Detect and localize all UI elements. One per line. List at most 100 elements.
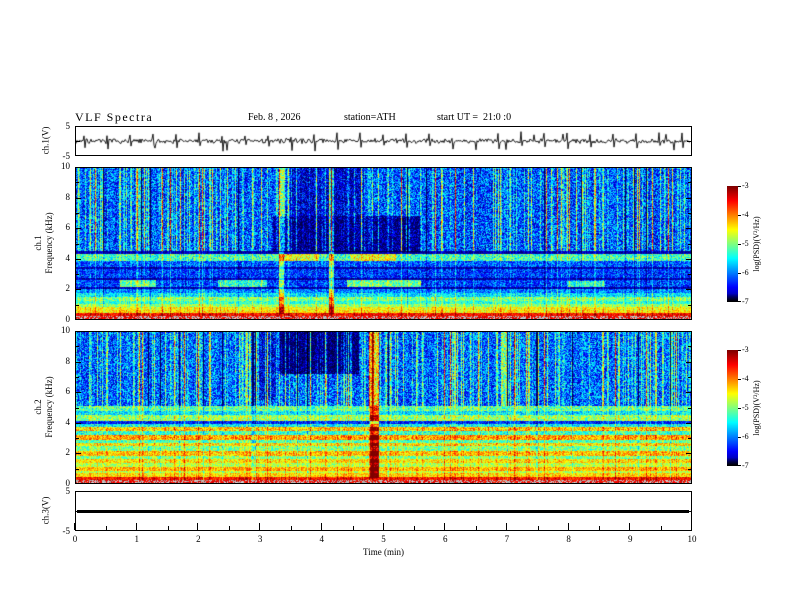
ch3-flat-line (77, 510, 689, 513)
x-minor-tick-mark (599, 526, 600, 530)
y-tick-mark (687, 141, 691, 142)
x-minor-tick-mark (414, 526, 415, 530)
y-minor-tick-mark (76, 182, 79, 183)
y-tick-label: 6 (65, 222, 71, 233)
y-minor-tick-mark (76, 346, 79, 347)
x-tick-mark (691, 523, 692, 530)
y-tick-mark (686, 423, 691, 424)
colorbar-tick-label: -4 (742, 374, 749, 383)
y-minor-tick-mark (688, 305, 691, 306)
colorbar-tick-label: -5 (742, 239, 749, 248)
colorbar-tick-mark (738, 301, 741, 302)
ch1-axis-label-line2: Frequency (kHz) (44, 212, 54, 274)
y-tick-mark (687, 511, 691, 512)
x-tick-mark (506, 523, 507, 530)
y-tick-label: 2 (65, 283, 71, 294)
colorbar-tick-mark (738, 215, 741, 216)
vlf-spectra-figure: VLF Spectra Feb. 8 , 2026 station=ATH st… (0, 0, 792, 612)
station-label: station=ATH (344, 112, 396, 123)
y-minor-tick-mark (688, 408, 691, 409)
x-tick-mark (321, 523, 322, 530)
x-minor-tick-mark (168, 526, 169, 530)
colorbar-tick-mark (738, 244, 741, 245)
colorbar-tick-label: -3 (742, 181, 749, 190)
x-tick-label: 2 (196, 534, 201, 544)
y-tick-mark (686, 259, 691, 260)
y-tick-mark (76, 392, 81, 393)
y-minor-tick-mark (76, 244, 79, 245)
x-tick-label: 4 (319, 534, 325, 544)
x-tick-mark (136, 523, 137, 530)
x-tick-label: 5 (381, 534, 386, 544)
y-tick-label: 6 (65, 386, 71, 397)
x-tick-mark (259, 523, 260, 530)
ch1-waveform-plot (76, 127, 691, 155)
x-tick-mark (444, 523, 445, 530)
y-tick-mark (76, 228, 81, 229)
y-minor-tick-mark (76, 274, 79, 275)
colorbar-tick-mark (738, 465, 741, 466)
y-tick-mark (76, 259, 81, 260)
y-tick-mark (76, 362, 81, 363)
date-label: Feb. 8 , 2026 (248, 112, 301, 123)
y-tick-label: 8 (65, 191, 71, 202)
y-tick-mark (76, 198, 81, 199)
x-minor-tick-mark (476, 526, 477, 530)
x-tick-label: 3 (257, 534, 263, 544)
y-minor-tick-mark (76, 469, 79, 470)
ch1-voltage-panel (75, 126, 692, 156)
x-tick-mark (74, 523, 75, 530)
y-tick-label: 4 (65, 416, 71, 427)
x-minor-tick-mark (353, 526, 354, 530)
x-minor-tick-mark (229, 526, 230, 530)
x-tick-mark (197, 523, 198, 530)
y-tick-mark (686, 392, 691, 393)
ch2-axis-label-line1: ch.2 (33, 399, 43, 415)
y-minor-tick-mark (688, 469, 691, 470)
y-tick-mark (76, 423, 81, 424)
y-tick-mark (686, 453, 691, 454)
colorbar-tick-label: -6 (742, 432, 749, 441)
ch2-axis-label-line2: Frequency (kHz) (44, 376, 54, 438)
x-tick-mark (383, 523, 384, 530)
ch1-spectrogram-panel (75, 167, 692, 320)
y-tick-label: -5 (62, 151, 71, 161)
y-tick-mark (76, 511, 80, 512)
x-tick-label: 0 (72, 534, 78, 544)
y-tick-mark (76, 141, 80, 142)
y-tick-mark (686, 362, 691, 363)
colorbar-tick-mark (738, 350, 741, 351)
y-minor-tick-mark (688, 244, 691, 245)
x-minor-tick-mark (106, 526, 107, 530)
y-tick-label: 8 (65, 355, 71, 366)
ch1-axis-label-line1: ch.1 (33, 235, 43, 251)
x-tick-label: 8 (566, 534, 571, 544)
colorbar-tick-label: -5 (742, 403, 749, 412)
y-tick-label: 10 (61, 325, 70, 335)
start-ut-label: start UT = 21:0 :0 (437, 112, 512, 123)
colorbar-tick-mark (738, 379, 741, 380)
colorbar-tick-mark (738, 273, 741, 274)
y-tick-label: 5 (65, 121, 71, 131)
x-tick-label: 1 (134, 534, 139, 544)
x-tick-mark (629, 523, 630, 530)
ch1-frequency-axis-label: ch.1 Frequency (kHz) (33, 163, 55, 323)
colorbar-tick-mark (738, 186, 741, 187)
ch2-frequency-axis-label: ch.2 Frequency (kHz) (33, 327, 55, 487)
y-tick-mark (76, 453, 81, 454)
y-minor-tick-mark (688, 346, 691, 347)
y-tick-mark (686, 289, 691, 290)
ch1-spectrogram (76, 168, 691, 319)
y-tick-label: 2 (65, 447, 71, 458)
x-tick-label: 10 (687, 534, 697, 544)
y-tick-label: 4 (65, 252, 71, 263)
y-minor-tick-mark (76, 305, 79, 306)
y-tick-mark (686, 198, 691, 199)
y-minor-tick-mark (688, 438, 691, 439)
colorbar-tick-label: -7 (742, 461, 749, 470)
ch2-spectrogram-panel (75, 331, 692, 484)
colorbar-gradient-1 (727, 186, 738, 302)
y-tick-mark (76, 289, 81, 290)
y-minor-tick-mark (688, 377, 691, 378)
y-minor-tick-mark (688, 182, 691, 183)
